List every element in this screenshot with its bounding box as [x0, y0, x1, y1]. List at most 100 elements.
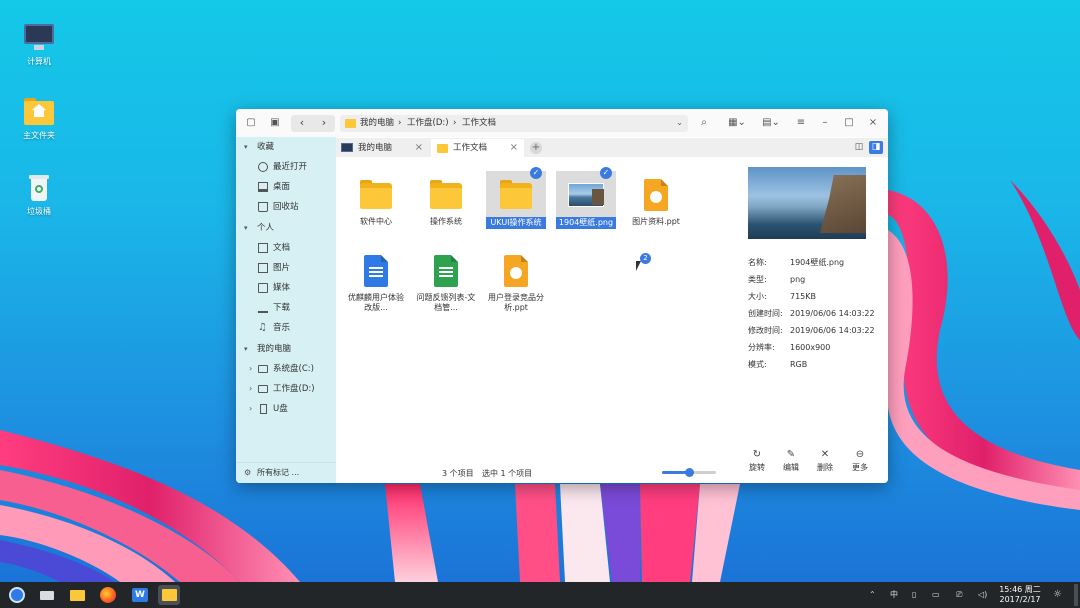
chevron-right-icon: ›	[249, 404, 253, 413]
property-size: 大小: 715KB	[748, 292, 817, 301]
sidebar-section-my-computer[interactable]: ▾ 我的电脑	[236, 340, 336, 358]
file-item[interactable]: 操作系统	[416, 179, 476, 227]
doc-file-icon	[356, 255, 396, 289]
nav-buttons: ‹ ›	[291, 115, 335, 132]
address-separator: ›	[398, 118, 402, 128]
multitask-view-icon[interactable]	[36, 585, 58, 605]
desktop-icon-trash[interactable]: 垃圾桶	[9, 172, 69, 217]
file-name: 图片资料.ppt	[632, 217, 680, 226]
sidebar-item-media[interactable]: 媒体	[236, 279, 336, 297]
check-icon: ✓	[530, 167, 542, 179]
ppt-file-icon	[496, 255, 536, 289]
terminal-icon[interactable]: ▣	[266, 115, 284, 131]
minimize-icon[interactable]: –	[816, 115, 834, 131]
folder-icon	[345, 119, 356, 128]
close-icon[interactable]: ×	[510, 139, 518, 157]
computer-icon	[341, 143, 353, 152]
search-icon[interactable]: ⌕	[695, 115, 713, 131]
input-method-indicator[interactable]: 中	[890, 588, 898, 602]
wps-writer-icon[interactable]: W	[129, 585, 151, 605]
preview-toggle-icon[interactable]: ◫	[852, 141, 866, 154]
trash-icon	[258, 202, 268, 212]
sidebar: ▾ 收藏 最近打开 桌面 回收站 ▾ 个人 文档 图片 媒体 下载 ♫ 音乐 ▾…	[236, 137, 336, 483]
sidebar-item-system-disk[interactable]: › 系统盘(C:)	[236, 360, 336, 378]
property-mode: 模式: RGB	[748, 360, 808, 369]
desktop-icon-label: 主文件夹	[23, 131, 55, 140]
file-manager-window: ▢ ▣ ‹ › 我的电脑 › 工作盘(D:) › 工作文档 ⌄ ⌕ ▦⌄ ▤⌄ …	[236, 109, 888, 483]
tray-expand-icon[interactable]: ⌃	[869, 588, 876, 602]
tab-bar: 我的电脑 × 工作文档 × + ◫ ◨	[336, 138, 888, 157]
sidebar-item-recent[interactable]: 最近打开	[236, 158, 336, 176]
gear-icon: ⚙	[244, 468, 252, 477]
view-mode-icon[interactable]: ▦⌄	[724, 115, 750, 131]
sidebar-all-tags[interactable]: ⚙ 所有标记 ...	[236, 462, 336, 483]
clipboard-icon[interactable]: ▯	[912, 588, 916, 602]
property-name: 名称: 1904壁纸.png	[748, 258, 845, 267]
address-segment[interactable]: 我的电脑	[360, 115, 394, 132]
sidebar-item-work-disk[interactable]: › 工作盘(D:)	[236, 380, 336, 398]
tab-label: 我的电脑	[358, 143, 393, 153]
zoom-slider[interactable]	[662, 468, 716, 477]
disk-icon	[258, 385, 268, 393]
file-item-selected[interactable]: ✓ 1904壁纸.png	[556, 167, 616, 229]
sidebar-item-downloads[interactable]: 下载	[236, 299, 336, 317]
sidebar-item-desktop[interactable]: 桌面	[236, 178, 336, 196]
close-icon[interactable]: ×	[415, 139, 423, 157]
taskbar-clock[interactable]: 15:46 周二 2017/2/17	[996, 585, 1044, 605]
file-item[interactable]: 图片资料.ppt	[626, 179, 686, 227]
address-bar[interactable]: 我的电脑 › 工作盘(D:) › 工作文档 ⌄	[340, 115, 688, 132]
firefox-icon[interactable]	[97, 585, 119, 605]
sidebar-item-trash[interactable]: 回收站	[236, 198, 336, 216]
sort-icon[interactable]: ▤⌄	[758, 115, 784, 131]
new-folder-icon[interactable]: ▢	[242, 115, 260, 131]
selected-count: 选中 1 个项目	[482, 469, 533, 478]
address-segment[interactable]: 工作文档	[462, 115, 496, 132]
desktop-icon-computer[interactable]: 计算机	[9, 22, 69, 67]
download-icon	[258, 303, 268, 313]
chevron-right-icon: ›	[249, 364, 253, 373]
clock-time: 15:46 周二	[999, 585, 1041, 594]
file-name: UKUI操作系统	[486, 217, 546, 229]
back-button[interactable]: ‹	[291, 115, 313, 132]
file-item[interactable]: 用户登录竞品分析.ppt	[486, 255, 546, 313]
maximize-icon[interactable]: □	[840, 115, 858, 131]
file-item-selected[interactable]: ✓ UKUI操作系统	[486, 167, 546, 229]
start-menu-button[interactable]	[6, 585, 28, 605]
network-icon[interactable]: ⎚	[956, 588, 962, 602]
night-mode-icon[interactable]: ☼	[1053, 588, 1062, 602]
show-desktop-button[interactable]	[1074, 584, 1078, 606]
sidebar-section-favorites[interactable]: ▾ 收藏	[236, 138, 336, 156]
tab-work-documents[interactable]: 工作文档 ×	[431, 139, 524, 157]
file-item[interactable]: 问题反馈列表-文档管...	[416, 255, 476, 313]
file-item[interactable]: 优麒麟用户体验改版...	[346, 255, 406, 313]
file-manager-taskbar-icon[interactable]	[66, 585, 88, 605]
file-item[interactable]: 软件中心	[346, 179, 406, 227]
document-icon	[258, 243, 268, 253]
battery-icon[interactable]: ▭	[932, 588, 940, 602]
sidebar-section-personal[interactable]: ▾ 个人	[236, 219, 336, 237]
sidebar-item-music[interactable]: ♫ 音乐	[236, 319, 336, 337]
taskbar: W ⌃ 中 ▯ ▭ ⎚ ◁) 15:46 周二 2017/2/17 ☼	[0, 582, 1080, 608]
sidebar-item-documents[interactable]: 文档	[236, 239, 336, 257]
volume-icon[interactable]: ◁)	[978, 588, 987, 602]
drag-count-badge: 2	[640, 253, 651, 264]
chevron-right-icon: ›	[249, 384, 253, 393]
menu-icon[interactable]: ≡	[792, 115, 810, 131]
preview-image	[748, 167, 866, 239]
add-tab-button[interactable]: +	[530, 142, 542, 154]
file-name: 软件中心	[360, 217, 392, 226]
file-manager-active-icon[interactable]	[158, 585, 180, 605]
sheet-file-icon	[426, 255, 466, 289]
tab-my-computer[interactable]: 我的电脑 ×	[336, 139, 429, 157]
disk-icon	[258, 365, 268, 373]
forward-button[interactable]: ›	[313, 115, 335, 132]
sidebar-item-usb[interactable]: › U盘	[236, 400, 336, 418]
details-toggle-icon[interactable]: ◨	[869, 141, 883, 154]
close-icon[interactable]: ×	[864, 115, 882, 131]
chevron-down-icon[interactable]: ⌄	[676, 115, 683, 132]
sidebar-item-pictures[interactable]: 图片	[236, 259, 336, 277]
zoom-slider-handle[interactable]	[685, 468, 694, 477]
desktop-icon-home[interactable]: 主文件夹	[9, 96, 69, 141]
chevron-down-icon: ▾	[244, 143, 248, 151]
address-segment[interactable]: 工作盘(D:)	[407, 115, 449, 132]
